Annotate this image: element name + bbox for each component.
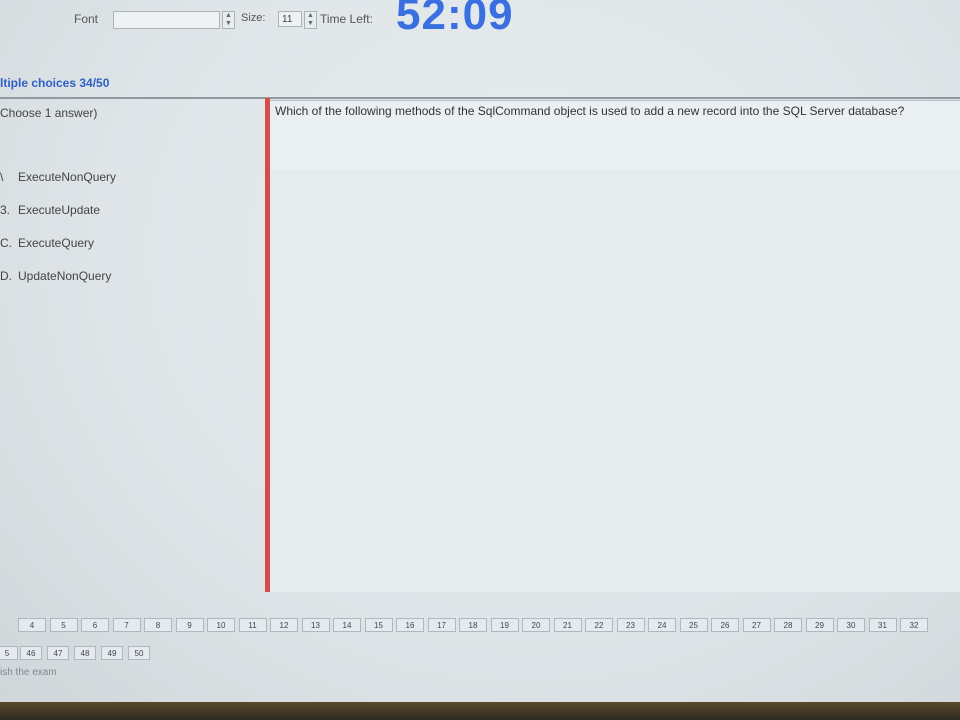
font-label: Font [74, 12, 99, 26]
question-nav-button[interactable]: 24 [648, 618, 676, 632]
question-nav-button[interactable]: 5 [49, 618, 78, 632]
time-left-label: Time Left: [320, 12, 373, 26]
screen-bottom-edge [0, 702, 960, 720]
question-nav-button[interactable]: 32 [900, 618, 928, 632]
size-input[interactable]: 11 [278, 11, 302, 27]
question-nav-button[interactable]: 22 [585, 618, 613, 632]
question-nav-button[interactable]: 27 [742, 618, 771, 632]
question-nav-button[interactable]: 28 [774, 618, 802, 632]
question-navigator-row-2: 5 46 47 48 49 50 [0, 646, 200, 661]
question-nav-button[interactable]: 48 [74, 646, 96, 660]
font-select[interactable] [113, 11, 220, 29]
question-nav-button[interactable]: 15 [364, 618, 393, 632]
choice-letter: D. [0, 269, 12, 283]
question-nav-button[interactable]: 19 [490, 618, 519, 632]
choice-text: ExecuteQuery [18, 236, 95, 250]
question-nav-button[interactable]: 18 [459, 618, 487, 632]
question-text: Which of the following methods of the Sq… [275, 104, 905, 118]
choice-text: UpdateNonQuery [18, 269, 112, 283]
question-nav-button[interactable]: 46 [20, 646, 42, 660]
choice-letter: \ [0, 170, 4, 184]
finish-exam-link[interactable]: ish the exam [0, 667, 57, 678]
choice-letter: C. [0, 236, 12, 250]
question-nav-button[interactable]: 47 [47, 646, 69, 660]
question-nav-button[interactable]: 12 [270, 618, 298, 632]
question-navigator-row-1: 4 5 6 7 8 9 10 11 12 13 14 15 16 17 18 19 20 21 22 23 24 25 26… [0, 618, 960, 633]
question-nav-button[interactable]: 49 [101, 646, 123, 660]
section-title: ltiple choices 34/50 [0, 76, 110, 90]
choice-letter: 3. [0, 203, 11, 217]
question-nav-button[interactable]: 26 [711, 618, 739, 632]
font-spinner-icon[interactable]: ▲ ▼ [222, 11, 235, 29]
choice-text: ExecuteNonQuery [18, 170, 117, 184]
question-area [270, 170, 960, 592]
question-nav-button[interactable]: 4 [18, 618, 46, 632]
question-nav-button[interactable]: 16 [396, 618, 424, 632]
question-nav-button[interactable]: 25 [679, 618, 708, 632]
header-divider [0, 97, 960, 99]
question-nav-button[interactable]: 13 [301, 618, 330, 632]
answer-instruction: Choose 1 answer) [0, 106, 98, 120]
question-nav-button[interactable]: 21 [553, 618, 582, 632]
question-nav-button[interactable]: 31 [868, 618, 897, 632]
question-nav-button[interactable]: 11 [238, 618, 267, 632]
size-spinner-icon[interactable]: ▲ ▼ [304, 11, 317, 29]
question-nav-button[interactable]: 20 [522, 618, 550, 632]
size-label: Size: [241, 12, 266, 24]
question-nav-button[interactable]: 29 [805, 618, 834, 632]
question-nav-button[interactable]: 14 [333, 618, 361, 632]
question-nav-button[interactable]: 8 [144, 618, 172, 632]
choice-text: ExecuteUpdate [18, 203, 101, 217]
question-nav-button[interactable]: 5 [0, 646, 18, 660]
question-nav-button[interactable]: 50 [128, 646, 150, 660]
question-nav-button[interactable]: 23 [616, 618, 645, 632]
question-nav-button[interactable]: 30 [837, 618, 865, 632]
countdown-timer: 52:09 [396, 0, 514, 39]
toolbar: Font ▲ ▼ Size: 11 ▲ ▼ Time Left: 52:09 [0, 0, 960, 44]
question-nav-button[interactable]: 7 [112, 618, 141, 632]
question-nav-button[interactable]: 17 [427, 618, 456, 632]
question-nav-button[interactable]: 9 [175, 618, 204, 632]
question-nav-button[interactable]: 6 [81, 618, 109, 632]
question-nav-button[interactable]: 10 [207, 618, 235, 632]
